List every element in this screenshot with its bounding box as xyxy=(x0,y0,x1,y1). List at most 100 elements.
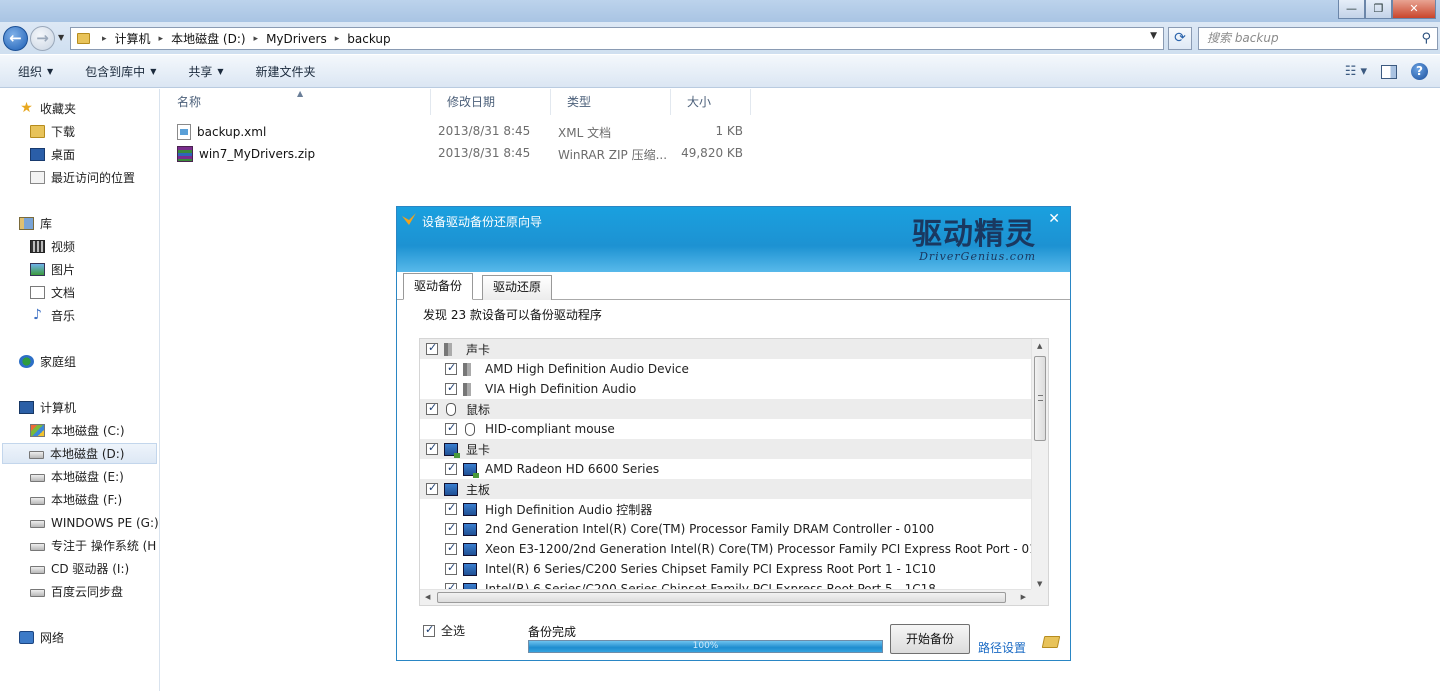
scroll-left-icon[interactable]: ◀ xyxy=(425,593,430,601)
new-folder-button[interactable]: 新建文件夹 xyxy=(256,63,316,80)
sidebar-item-desktop[interactable]: 桌面 xyxy=(30,144,159,165)
file-row[interactable]: backup.xml 2013/8/31 8:45 XML 文档 1 KB xyxy=(161,121,761,143)
share-menu[interactable]: 共享 ▼ xyxy=(188,63,223,80)
checkbox-icon[interactable] xyxy=(445,361,457,375)
help-icon[interactable]: ? xyxy=(1411,63,1428,80)
sidebar-libraries[interactable]: 库 xyxy=(19,213,178,234)
checkbox-icon[interactable] xyxy=(445,521,457,535)
column-header-date[interactable]: 修改日期 xyxy=(431,89,551,115)
breadcrumb-separator[interactable]: ▸ xyxy=(254,34,259,44)
sort-ascending-icon: ▲ xyxy=(297,89,304,98)
forward-button[interactable]: → xyxy=(30,26,55,51)
dialog-tabs: 驱动备份 驱动还原 xyxy=(397,272,1070,300)
checkbox-icon[interactable] xyxy=(426,401,438,415)
path-settings-link[interactable]: 路径设置 xyxy=(978,639,1026,656)
checkbox-icon[interactable] xyxy=(445,381,457,395)
sidebar-item-downloads[interactable]: 下载 xyxy=(30,121,159,142)
horizontal-scrollbar[interactable]: ◀ ▶ xyxy=(420,589,1031,605)
organize-menu[interactable]: 组织 ▼ xyxy=(18,63,53,80)
checkbox-icon[interactable] xyxy=(445,541,457,555)
vertical-scroll-thumb[interactable] xyxy=(1034,356,1046,441)
start-backup-button[interactable]: 开始备份 xyxy=(890,624,970,654)
file-row[interactable]: win7_MyDrivers.zip 2013/8/31 8:45 WinRAR… xyxy=(161,143,761,165)
sidebar-item-videos[interactable]: 视频 xyxy=(30,236,159,257)
checkbox-icon[interactable] xyxy=(423,623,435,637)
search-input[interactable]: 搜索 backup ⚲ xyxy=(1198,27,1438,50)
select-all-checkbox[interactable]: 全选 xyxy=(423,622,465,639)
minimize-button[interactable]: — xyxy=(1338,0,1365,19)
sidebar-item-drive-f[interactable]: 本地磁盘 (F:) xyxy=(30,489,159,510)
sidebar-item-drive-i[interactable]: CD 驱动器 (I:) xyxy=(30,558,159,579)
sidebar-computer[interactable]: 计算机 xyxy=(19,397,178,418)
scroll-right-icon[interactable]: ▶ xyxy=(1021,593,1026,601)
device-row[interactable]: VIA High Definition Audio xyxy=(420,379,1031,399)
checkbox-icon[interactable] xyxy=(426,441,438,455)
tab-driver-restore[interactable]: 驱动还原 xyxy=(482,275,553,300)
recent-pages-dropdown[interactable]: ▼ xyxy=(58,33,64,42)
sidebar-item-drive-e[interactable]: 本地磁盘 (E:) xyxy=(30,466,159,487)
breadcrumb-separator[interactable]: ▸ xyxy=(159,34,164,44)
sidebar-item-drive-h[interactable]: 专注于 操作系统 (H xyxy=(30,535,159,556)
device-row[interactable]: High Definition Audio 控制器 xyxy=(420,499,1031,519)
search-icon[interactable]: ⚲ xyxy=(1421,28,1431,49)
device-category-row[interactable]: 声卡 xyxy=(420,339,1031,359)
backup-progress-bar: 100% xyxy=(528,640,883,653)
breadcrumb-separator[interactable]: ▸ xyxy=(102,34,107,44)
column-header-name[interactable]: 名称 ▲ xyxy=(161,89,431,115)
breadcrumb-separator[interactable]: ▸ xyxy=(335,34,340,44)
device-category-row[interactable]: 鼠标 xyxy=(420,399,1031,419)
refresh-button[interactable]: ⟳ xyxy=(1168,27,1192,50)
scroll-down-icon[interactable]: ▼ xyxy=(1037,580,1042,588)
sidebar-item-baidu-cloud[interactable]: 百度云同步盘 xyxy=(30,581,159,602)
include-in-library-menu[interactable]: 包含到库中 ▼ xyxy=(85,63,156,80)
sidebar-item-documents[interactable]: 文档 xyxy=(30,282,159,303)
close-window-button[interactable]: ✕ xyxy=(1392,0,1436,19)
preview-pane-icon[interactable] xyxy=(1381,64,1397,79)
winrar-zip-icon xyxy=(177,146,193,162)
scroll-up-icon[interactable]: ▲ xyxy=(1037,342,1042,350)
motherboard-icon xyxy=(463,522,477,536)
sidebar-item-music[interactable]: ♪ 音乐 xyxy=(30,305,159,326)
address-dropdown-icon[interactable]: ▼ xyxy=(1150,31,1157,41)
close-icon[interactable]: ✕ xyxy=(1048,211,1060,227)
change-view-icon[interactable]: ☷ ▾ xyxy=(1345,64,1367,79)
open-folder-icon[interactable] xyxy=(1041,636,1061,648)
device-row[interactable]: AMD High Definition Audio Device xyxy=(420,359,1031,379)
device-row[interactable]: 2nd Generation Intel(R) Core(TM) Process… xyxy=(420,519,1031,539)
sidebar-favorites[interactable]: ★ 收藏夹 xyxy=(19,98,178,119)
horizontal-scroll-thumb[interactable] xyxy=(437,592,1006,603)
checkbox-icon[interactable] xyxy=(445,501,457,515)
sidebar-item-drive-g[interactable]: WINDOWS PE (G:) xyxy=(30,512,159,533)
breadcrumb-drive-d[interactable]: 本地磁盘 (D:) xyxy=(171,30,245,47)
device-row[interactable]: Intel(R) 6 Series/C200 Series Chipset Fa… xyxy=(420,559,1031,579)
device-row[interactable]: HID-compliant mouse xyxy=(420,419,1031,439)
sidebar-item-pictures[interactable]: 图片 xyxy=(30,259,159,280)
address-bar[interactable]: ▸ 计算机 ▸ 本地磁盘 (D:) ▸ MyDrivers ▸ backup ▼ xyxy=(70,27,1164,50)
column-header-size[interactable]: 大小 xyxy=(671,89,751,115)
vertical-scrollbar[interactable]: ▲ ▼ xyxy=(1031,339,1048,591)
breadcrumb-mydrivers[interactable]: MyDrivers xyxy=(266,32,327,46)
sidebar-network[interactable]: 网络 xyxy=(19,627,178,648)
checkbox-icon[interactable] xyxy=(445,561,457,575)
back-button[interactable]: ← xyxy=(3,26,28,51)
breadcrumb-backup[interactable]: backup xyxy=(347,32,390,46)
sidebar-item-drive-d[interactable]: 本地磁盘 (D:) xyxy=(2,443,157,464)
new-folder-label: 新建文件夹 xyxy=(255,64,316,79)
column-header-type[interactable]: 类型 xyxy=(551,89,671,115)
device-category-row[interactable]: 主板 xyxy=(420,479,1031,499)
checkbox-icon[interactable] xyxy=(426,341,438,355)
sidebar-item-drive-c[interactable]: 本地磁盘 (C:) xyxy=(30,420,159,441)
device-row[interactable]: AMD Radeon HD 6600 Series xyxy=(420,459,1031,479)
maximize-button[interactable]: ❐ xyxy=(1365,0,1392,19)
checkbox-icon[interactable] xyxy=(445,421,457,435)
brand-name-cn: 驱动精灵 xyxy=(912,217,1036,252)
breadcrumb-computer[interactable]: 计算机 xyxy=(115,30,151,47)
device-category-row[interactable]: 显卡 xyxy=(420,439,1031,459)
tab-driver-backup[interactable]: 驱动备份 xyxy=(403,273,474,300)
sidebar-item-recent-places[interactable]: 最近访问的位置 xyxy=(30,167,159,188)
device-row[interactable]: Xeon E3-1200/2nd Generation Intel(R) Cor… xyxy=(420,539,1031,559)
sidebar-homegroup[interactable]: 家庭组 xyxy=(19,351,178,372)
checkbox-icon[interactable] xyxy=(426,481,438,495)
checkbox-icon[interactable] xyxy=(445,461,457,475)
sidebar-label: 最近访问的位置 xyxy=(51,171,136,185)
